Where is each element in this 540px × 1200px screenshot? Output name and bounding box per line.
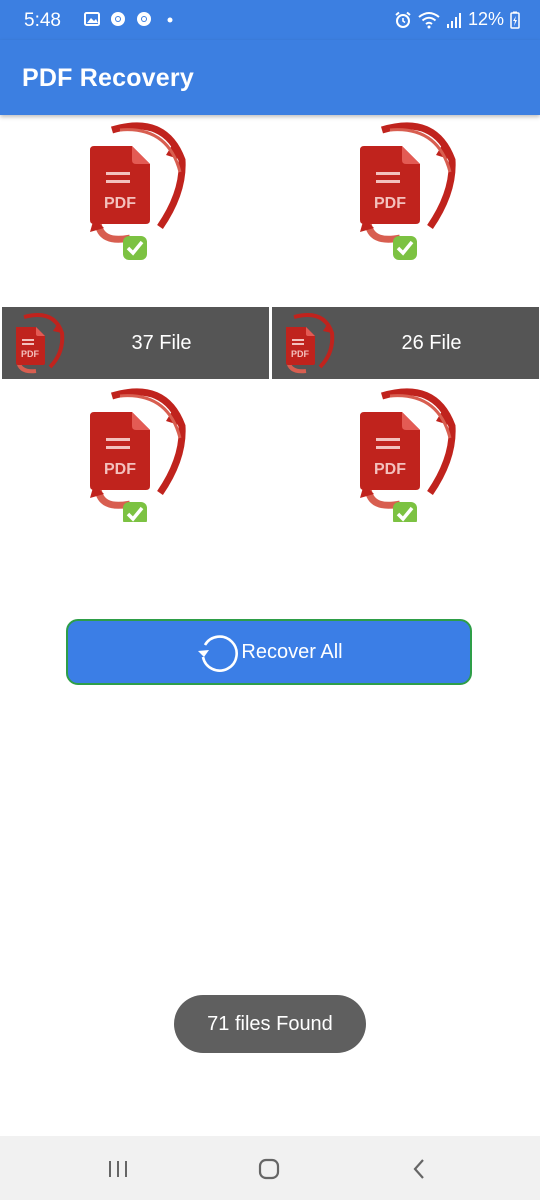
status-bar: 5:48 12% xyxy=(0,0,540,40)
pdf-recovery-icon[interactable]: PDF xyxy=(80,122,190,262)
file-count: 37 File xyxy=(131,332,192,354)
recover-all-button[interactable]: Recover All xyxy=(66,619,472,685)
folder-bar-1[interactable]: PDF 37 File xyxy=(2,307,269,379)
back-icon xyxy=(413,1159,424,1179)
recover-all-label: Recover All xyxy=(241,640,343,663)
home-button[interactable] xyxy=(254,1154,284,1184)
status-notification-icons xyxy=(84,11,178,27)
toast-message: 71 files Found xyxy=(174,995,366,1053)
wifi-icon xyxy=(418,11,440,28)
battery-icon xyxy=(510,11,520,29)
pdf-recovery-icon[interactable]: PDF xyxy=(80,388,190,522)
pdf-recovery-icon: PDF xyxy=(360,122,456,260)
page-title: PDF Recovery xyxy=(22,64,194,92)
pdf-recovery-icon: PDF xyxy=(90,122,186,260)
chrome-icon xyxy=(137,12,151,26)
recent-apps-button[interactable] xyxy=(103,1154,133,1184)
system-nav-bar xyxy=(0,1136,540,1200)
pdf-recovery-icon: PDF xyxy=(360,388,456,522)
app-bar: PDF Recovery xyxy=(0,40,540,115)
pdf-recovery-icon: PDF xyxy=(90,388,186,522)
chrome-icon xyxy=(111,12,125,26)
folder-bar-2[interactable]: PDF 26 File xyxy=(272,307,539,379)
pdf-label: PDF xyxy=(374,461,406,478)
battery-percent: 12% xyxy=(467,9,504,29)
dot-icon xyxy=(167,17,173,23)
recent-apps-icon xyxy=(109,1161,127,1177)
status-system-icons: 12% xyxy=(394,9,520,30)
pdf-label: PDF xyxy=(374,195,406,212)
signal-icon xyxy=(446,12,461,28)
refresh-icon xyxy=(198,635,239,672)
pdf-recovery-icon[interactable]: PDF xyxy=(350,122,460,262)
pdf-label: PDF xyxy=(104,195,136,212)
screen: 5:48 12% PDF Recovery PDF PDF PDF 37 Fil… xyxy=(0,0,540,1200)
pdf-recovery-icon[interactable]: PDF xyxy=(350,388,460,522)
home-icon xyxy=(258,1158,280,1180)
file-count: 26 File xyxy=(401,332,462,354)
alarm-icon xyxy=(395,11,411,28)
back-button[interactable] xyxy=(405,1154,435,1184)
pdf-label: PDF xyxy=(104,461,136,478)
status-time: 5:48 xyxy=(24,10,61,31)
gallery-icon xyxy=(84,12,100,26)
